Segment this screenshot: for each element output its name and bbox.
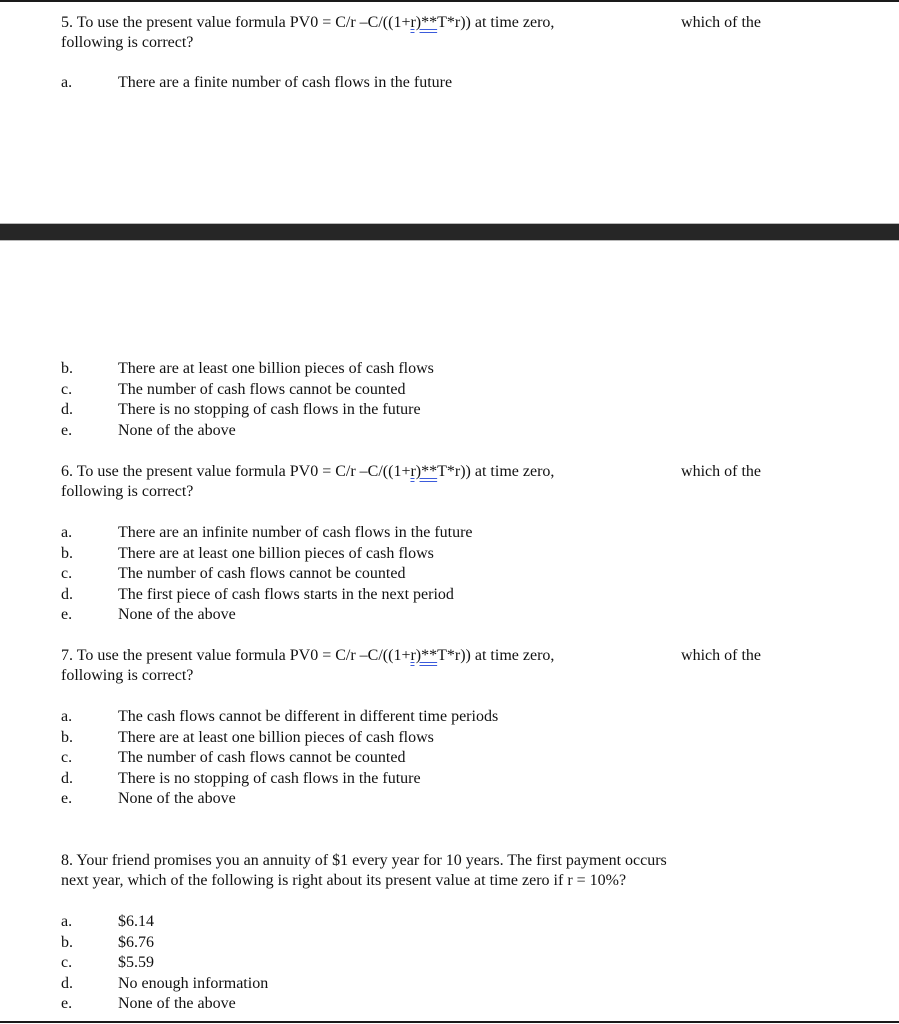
option-letter: e. bbox=[61, 421, 73, 439]
question-5-prompt: 5. To use the present value formula PV0 … bbox=[61, 13, 761, 53]
option-text: There is no stopping of cash flows in th… bbox=[118, 401, 421, 419]
option-5d: d. There is no stopping of cash flows in… bbox=[61, 400, 761, 421]
option-letter: b. bbox=[61, 728, 73, 746]
option-text: No enough information bbox=[118, 974, 269, 992]
question-6-line2: following is correct? bbox=[61, 483, 194, 500]
option-text: There are an infinite number of cash flo… bbox=[118, 524, 473, 541]
option-letter: e. bbox=[61, 606, 73, 624]
option-5c: c. The number of cash flows cannot be co… bbox=[61, 380, 761, 401]
option-letter: a. bbox=[61, 524, 73, 541]
option-letter: a. bbox=[61, 708, 73, 725]
option-6d: d. The first piece of cash flows starts … bbox=[61, 585, 761, 606]
top-rule bbox=[0, 0, 899, 2]
option-text: None of the above bbox=[118, 995, 236, 1013]
question-8-line1: 8. Your friend promises you an annuity o… bbox=[61, 852, 667, 869]
question-6-line1: 6. To use the present value formula PV0 … bbox=[61, 463, 761, 480]
option-letter: a. bbox=[61, 913, 73, 930]
option-8e: e. None of the above bbox=[61, 994, 761, 1015]
option-letter: c. bbox=[61, 565, 73, 583]
option-text: $6.76 bbox=[118, 933, 154, 951]
option-6c: c. The number of cash flows cannot be co… bbox=[61, 564, 761, 585]
option-letter: d. bbox=[61, 769, 73, 787]
question-number: 5. bbox=[61, 14, 73, 31]
question-5-options-part2: b. There are at least one billion pieces… bbox=[61, 359, 761, 441]
page-break-separator bbox=[0, 223, 899, 241]
question-5-line2: following is correct? bbox=[61, 34, 194, 51]
option-text: The cash flows cannot be different in di… bbox=[118, 708, 499, 725]
question-number: 7. bbox=[61, 647, 73, 664]
option-text: None of the above bbox=[118, 790, 236, 808]
question-7-options: a. The cash flows cannot be different in… bbox=[61, 707, 761, 810]
option-letter: c. bbox=[61, 749, 73, 767]
option-text: $6.14 bbox=[118, 913, 154, 930]
spellcheck-mark[interactable]: r)** bbox=[410, 463, 437, 480]
option-letter: a. bbox=[61, 74, 73, 91]
spellcheck-mark[interactable]: r)** bbox=[410, 647, 437, 664]
question-5: 5. To use the present value formula PV0 … bbox=[61, 13, 761, 94]
option-text: There are at least one billion pieces of… bbox=[118, 728, 434, 746]
option-8c: c. $5.59 bbox=[61, 953, 761, 974]
question-8-prompt: 8. Your friend promises you an annuity o… bbox=[61, 851, 761, 891]
question-7-prompt: 7. To use the present value formula PV0 … bbox=[61, 646, 761, 686]
option-6b: b. There are at least one billion pieces… bbox=[61, 544, 761, 565]
question-6-options: a. There are an infinite number of cash … bbox=[61, 523, 761, 626]
option-text: There are at least one billion pieces of… bbox=[118, 360, 434, 377]
option-text: There is no stopping of cash flows in th… bbox=[118, 769, 421, 787]
option-8b: b. $6.76 bbox=[61, 933, 761, 954]
question-5-continued: b. There are at least one billion pieces… bbox=[61, 359, 761, 441]
question-6: 6. To use the present value formula PV0 … bbox=[61, 462, 761, 626]
option-letter: e. bbox=[61, 995, 73, 1013]
option-letter: c. bbox=[61, 380, 73, 398]
question-5-line1: 5. To use the present value formula PV0 … bbox=[61, 14, 761, 31]
bottom-rule bbox=[0, 1021, 899, 1023]
option-text: The number of cash flows cannot be count… bbox=[118, 565, 406, 583]
question-8: 8. Your friend promises you an annuity o… bbox=[61, 851, 761, 1015]
option-7c: c. The number of cash flows cannot be co… bbox=[61, 748, 761, 769]
option-letter: d. bbox=[61, 974, 73, 992]
option-7a: a. The cash flows cannot be different in… bbox=[61, 707, 761, 728]
option-8a: a. $6.14 bbox=[61, 912, 761, 933]
question-7-line1: 7. To use the present value formula PV0 … bbox=[61, 647, 761, 664]
option-7b: b. There are at least one billion pieces… bbox=[61, 728, 761, 749]
option-text: The number of cash flows cannot be count… bbox=[118, 749, 406, 767]
option-text: The number of cash flows cannot be count… bbox=[118, 380, 406, 398]
option-letter: d. bbox=[61, 401, 73, 419]
option-letter: b. bbox=[61, 544, 73, 562]
option-text: $5.59 bbox=[118, 954, 154, 972]
question-6-prompt: 6. To use the present value formula PV0 … bbox=[61, 462, 761, 502]
option-letter: b. bbox=[61, 360, 73, 377]
question-number: 8. bbox=[61, 852, 73, 869]
option-5a: a. There are a finite number of cash flo… bbox=[61, 73, 761, 94]
option-letter: d. bbox=[61, 585, 73, 603]
question-5-options-part1: a. There are a finite number of cash flo… bbox=[61, 73, 761, 94]
option-7d: d. There is no stopping of cash flows in… bbox=[61, 769, 761, 790]
option-letter: b. bbox=[61, 933, 73, 951]
spellcheck-mark[interactable]: r)** bbox=[410, 14, 437, 31]
option-letter: c. bbox=[61, 954, 73, 972]
option-6a: a. There are an infinite number of cash … bbox=[61, 523, 761, 544]
question-number: 6. bbox=[61, 463, 73, 480]
option-5b: b. There are at least one billion pieces… bbox=[61, 359, 761, 380]
option-text: The first piece of cash flows starts in … bbox=[118, 585, 454, 603]
option-6e: e. None of the above bbox=[61, 605, 761, 626]
question-7: 7. To use the present value formula PV0 … bbox=[61, 646, 761, 810]
option-text: None of the above bbox=[118, 606, 236, 624]
question-8-line2: next year, which of the following is rig… bbox=[61, 872, 627, 889]
option-7e: e. None of the above bbox=[61, 789, 761, 810]
option-text: There are at least one billion pieces of… bbox=[118, 544, 434, 562]
option-text: None of the above bbox=[118, 421, 236, 439]
question-7-line2: following is correct? bbox=[61, 667, 194, 684]
option-8d: d. No enough information bbox=[61, 974, 761, 995]
option-text: There are a finite number of cash flows … bbox=[118, 74, 453, 91]
option-letter: e. bbox=[61, 790, 73, 808]
option-5e: e. None of the above bbox=[61, 421, 761, 442]
question-8-options: a. $6.14 b. $6.76 c. $5.59 d. No enough … bbox=[61, 912, 761, 1015]
